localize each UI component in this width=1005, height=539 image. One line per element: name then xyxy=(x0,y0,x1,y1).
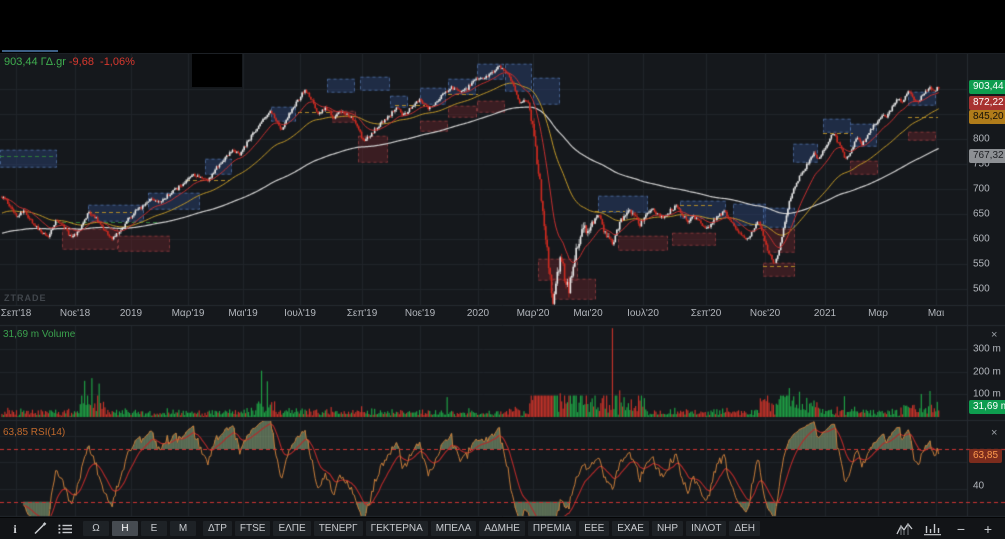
rsi-legend: 63,85 RSI(14) xyxy=(3,427,66,438)
time-axis-label: Νοε'19 xyxy=(404,308,436,319)
price-axis-badge: 903,44 xyxy=(969,80,1005,94)
price-axis-label: 100 m xyxy=(973,388,1001,400)
time-axis-label: Μαι'20 xyxy=(573,308,603,319)
time-axis-label: Μαρ'20 xyxy=(516,308,550,319)
toolbar-watchlist-button[interactable] xyxy=(54,521,76,536)
ztrade-watermark: ZTRADE xyxy=(4,293,47,303)
price-axis-label: 650 xyxy=(973,208,990,220)
price-change: -9,68 xyxy=(68,56,94,68)
period-button-H[interactable]: H xyxy=(112,521,138,536)
volume-legend: 31,69 m Volume xyxy=(3,329,76,340)
period-button-Ω[interactable]: Ω xyxy=(83,521,109,536)
time-axis-label: Σεπ'18 xyxy=(0,308,32,319)
chart-controls-group: − + xyxy=(893,521,999,537)
symbol-tab-ΓΕΚΤΕΡΝΑ[interactable]: ΓΕΚΤΕΡΝΑ xyxy=(365,521,428,536)
time-axis-label: Μαι xyxy=(927,308,945,319)
symbol-tab-ΝΗΡ[interactable]: ΝΗΡ xyxy=(651,521,684,536)
symbol-tab-ΠΡΕΜΙΑ[interactable]: ΠΡΕΜΙΑ xyxy=(527,521,577,536)
price-change-percent: -1,06% xyxy=(100,56,135,68)
bottom-toolbar: i ΩHEM ΔΤΡ FTSE ΕΛΠΕ ΤΕΝΕΡΓ ΓΕΚΤΕΡΝΑ ΜΠΕΛΑ ΑΔΜ… xyxy=(0,518,1005,539)
symbol-tab-ΕΛΠΕ[interactable]: ΕΛΠΕ xyxy=(273,521,311,536)
period-button-M[interactable]: M xyxy=(170,521,196,536)
symbol-legend[interactable]: 903,44 ΓΔ.gr -9,68 -1,06% xyxy=(4,56,138,68)
price-axis-label: 200 m xyxy=(973,366,1001,378)
time-axis-label: Νοε'18 xyxy=(59,308,91,319)
toolbar-info-button[interactable]: i xyxy=(4,521,26,536)
price-axis-badge: 872,22 xyxy=(969,96,1005,110)
time-axis-label: Μαρ xyxy=(868,308,888,319)
period-buttons-group: ΩHEM xyxy=(83,521,196,536)
svg-text:i: i xyxy=(13,522,17,535)
time-axis-label: Νοε'20 xyxy=(749,308,781,319)
symbol-tab-ΕΕΕ[interactable]: ΕΕΕ xyxy=(579,521,610,536)
time-axis-label: 2020 xyxy=(466,308,490,319)
time-axis-label: 2021 xyxy=(813,308,837,319)
symbol-name: ΓΔ.gr xyxy=(40,56,66,68)
time-axis-label: Μαρ'19 xyxy=(171,308,205,319)
toolbar-zoom-out-button[interactable]: − xyxy=(950,521,972,537)
time-axis-label: 2019 xyxy=(119,308,143,319)
histogram-icon xyxy=(924,522,942,536)
blackout-box xyxy=(192,54,242,87)
last-price: 903,44 xyxy=(4,56,38,68)
time-axis-label: Σεπ'20 xyxy=(690,308,722,319)
active-tab-indicator xyxy=(2,50,58,52)
symbol-tab-ΔΕΗ[interactable]: ΔΕΗ xyxy=(729,521,761,536)
symbol-tab-FTSE[interactable]: FTSE xyxy=(234,521,271,536)
toolbar-pencil-button[interactable] xyxy=(29,521,51,536)
price-axis-badge: 31,69 m xyxy=(969,400,1005,414)
time-axis-label: Σεπ'19 xyxy=(346,308,378,319)
symbol-tab-ΑΔΜΗΕ[interactable]: ΑΔΜΗΕ xyxy=(479,521,525,536)
symbol-tab-ΜΠΕΛΑ[interactable]: ΜΠΕΛΑ xyxy=(430,521,477,536)
candlestick-chart-icon xyxy=(896,522,913,536)
toolbar-histogram-button[interactable] xyxy=(921,521,945,536)
pencil-icon xyxy=(33,522,47,535)
time-axis-label: Ιουλ'20 xyxy=(627,308,659,319)
time-axis-label: Μαι'19 xyxy=(228,308,258,319)
symbol-tab-ΙΝΛΟΤ[interactable]: ΙΝΛΟΤ xyxy=(686,521,727,536)
info-icon: i xyxy=(10,522,20,535)
toolbar-candlestick-chart-button[interactable] xyxy=(893,521,916,536)
symbol-tabs-group: ΔΤΡ FTSE ΕΛΠΕ ΤΕΝΕΡΓ ΓΕΚΤΕΡΝΑ ΜΠΕΛΑ ΑΔΜΗΕ ΠΡΕΜΙ… xyxy=(203,521,761,536)
top-bar xyxy=(0,0,1005,54)
rsi-pane-close-icon[interactable]: × xyxy=(991,428,997,439)
period-button-E[interactable]: E xyxy=(141,521,167,536)
price-axis-label: 600 xyxy=(973,233,990,245)
symbol-tab-ΤΕΝΕΡΓ[interactable]: ΤΕΝΕΡΓ xyxy=(313,521,363,536)
price-axis-badge: 767,32 xyxy=(969,149,1005,163)
watchlist-icon xyxy=(58,523,73,535)
toolbar-zoom-in-button[interactable]: + xyxy=(977,521,999,537)
volume-pane-close-icon[interactable]: × xyxy=(991,330,997,341)
price-axis-label: 40 xyxy=(973,480,985,492)
trading-terminal: 903,44 ΓΔ.gr -9,68 -1,06% ZTRADE 31,69 m V… xyxy=(0,0,1005,539)
price-axis-badge: 845,20 xyxy=(969,110,1005,124)
price-axis-label: 550 xyxy=(973,258,990,270)
price-axis-label: 700 xyxy=(973,183,990,195)
price-axis-label: 300 m xyxy=(973,343,1001,355)
price-axis-label: 500 xyxy=(973,283,990,295)
price-axis-badge: 63,85 xyxy=(969,449,1003,463)
symbol-tab-ΕΧΑΕ[interactable]: ΕΧΑΕ xyxy=(612,521,649,536)
time-axis-label: Ιουλ'19 xyxy=(284,308,316,319)
chart-canvas[interactable] xyxy=(0,0,1005,539)
symbol-tab-ΔΤΡ[interactable]: ΔΤΡ xyxy=(203,521,232,536)
drawing-tools-group: i xyxy=(4,521,76,536)
price-axis-label: 800 xyxy=(973,133,990,145)
